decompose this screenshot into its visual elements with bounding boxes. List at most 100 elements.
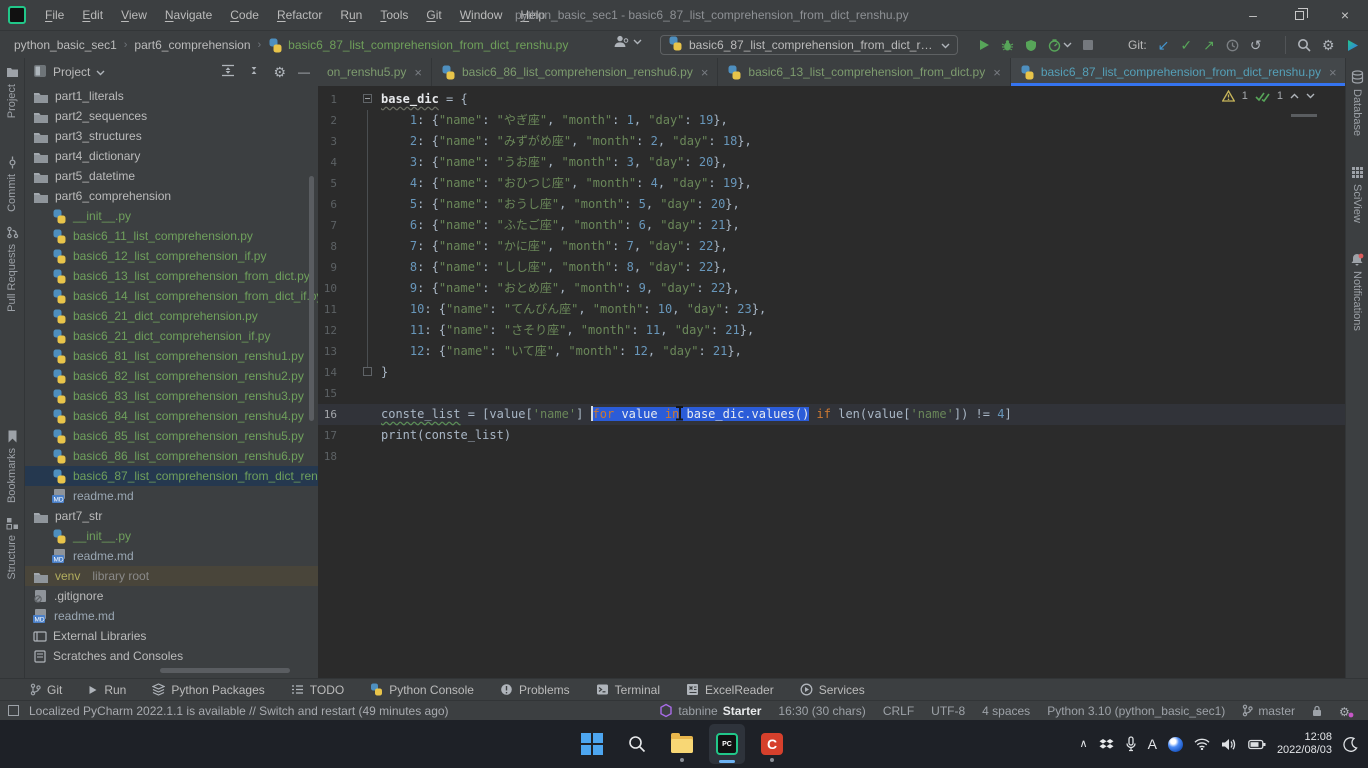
toolwindow-run[interactable]: Run: [88, 683, 126, 697]
project-tree-horizontal-scrollbar[interactable]: [160, 668, 290, 673]
project-panel-title[interactable]: Project: [53, 65, 90, 79]
menu-git[interactable]: Git: [417, 0, 450, 30]
taskbar-start-button[interactable]: [574, 724, 610, 764]
toolwindow-services[interactable]: Services: [800, 683, 865, 697]
breadcrumb-item[interactable]: python_basic_sec1: [14, 38, 117, 52]
tree-item[interactable]: part1_literals: [25, 86, 318, 106]
editor-tab[interactable]: basic6_86_list_comprehension_renshu6.py×: [432, 58, 718, 86]
fold-marker-icon[interactable]: [363, 94, 372, 103]
tree-item[interactable]: basic6_84_list_comprehension_renshu4.py: [25, 406, 318, 426]
readonly-lock[interactable]: [1312, 705, 1322, 717]
tabnine-widget[interactable]: tabnineStarter: [659, 703, 761, 718]
close-icon[interactable]: ×: [701, 65, 709, 80]
stop-button[interactable]: [1083, 40, 1093, 50]
tree-item[interactable]: __init__.py: [25, 206, 318, 226]
toolwindow-python-packages[interactable]: Python Packages: [152, 683, 264, 697]
tree-item[interactable]: MDreadme.md: [25, 606, 318, 626]
tree-item[interactable]: basic6_11_list_comprehension.py: [25, 226, 318, 246]
fold-marker-icon[interactable]: [363, 367, 372, 376]
taskbar-search-button[interactable]: [619, 724, 655, 764]
menu-run[interactable]: Run: [331, 0, 371, 30]
tree-item[interactable]: basic6_81_list_comprehension_renshu1.py: [25, 346, 318, 366]
tree-item[interactable]: MDreadme.md: [25, 486, 318, 506]
tree-item[interactable]: Scratches and Consoles: [25, 646, 318, 666]
editor-tab[interactable]: basic6_87_list_comprehension_from_dict_r…: [1011, 58, 1345, 86]
tree-item[interactable]: part2_sequences: [25, 106, 318, 126]
night-mode-icon[interactable]: [1343, 737, 1358, 752]
volume-icon[interactable]: [1221, 738, 1237, 751]
tool-button-sciview[interactable]: SciView: [1351, 166, 1364, 223]
breadcrumb-item[interactable]: part6_comprehension: [134, 38, 250, 52]
tree-item[interactable]: part5_datetime: [25, 166, 318, 186]
tree-item[interactable]: basic6_85_list_comprehension_renshu5.py: [25, 426, 318, 446]
restore-button[interactable]: [1276, 0, 1322, 30]
tool-button-pull-requests[interactable]: Pull Requests: [6, 226, 19, 312]
prev-problem-icon[interactable]: [1290, 93, 1299, 99]
dropbox-icon[interactable]: [1099, 738, 1114, 751]
toolwindow-excelreader[interactable]: ExcelReader: [686, 683, 774, 697]
line-ending[interactable]: CRLF: [883, 704, 914, 718]
editor-tab[interactable]: on_renshu5.py×: [318, 58, 432, 86]
tool-button-project[interactable]: Project: [6, 66, 19, 118]
git-branch-widget[interactable]: master: [1242, 704, 1295, 718]
ide-plugin-icon[interactable]: [1346, 39, 1359, 52]
gear-icon[interactable]: ⚙: [273, 65, 286, 79]
close-icon[interactable]: ×: [414, 65, 422, 80]
tree-item[interactable]: __init__.py: [25, 526, 318, 546]
collaborators-icon[interactable]: [612, 35, 630, 48]
minimize-button[interactable]: –: [1230, 0, 1276, 30]
project-tree-vertical-scrollbar[interactable]: [309, 176, 314, 421]
tree-item[interactable]: External Libraries: [25, 626, 318, 646]
browser-sphere-icon[interactable]: [1168, 737, 1183, 752]
tree-item[interactable]: part7_str: [25, 506, 318, 526]
toolwindow-problems[interactable]: Problems: [500, 683, 570, 697]
search-everywhere-button[interactable]: [1297, 38, 1311, 52]
toolwindow-todo[interactable]: TODO: [291, 683, 344, 697]
menu-tools[interactable]: Tools: [371, 0, 417, 30]
tool-button-structure[interactable]: Structure: [6, 517, 19, 580]
tree-item[interactable]: venvlibrary root: [25, 566, 318, 586]
tree-item[interactable]: basic6_87_list_comprehension_from_dict_r…: [25, 466, 318, 486]
encoding[interactable]: UTF-8: [931, 704, 965, 718]
breadcrumb-file[interactable]: basic6_87_list_comprehension_from_dict_r…: [268, 38, 568, 53]
tree-item[interactable]: part6_comprehension: [25, 186, 318, 206]
taskbar-pycharm-button[interactable]: PC: [709, 724, 745, 764]
indent-style[interactable]: 4 spaces: [982, 704, 1030, 718]
tool-button-commit[interactable]: Commit: [6, 156, 19, 212]
next-problem-icon[interactable]: [1306, 93, 1315, 99]
run-configuration-select[interactable]: basic6_87_list_comprehension_from_dict_r…: [660, 35, 958, 55]
tree-item[interactable]: MDreadme.md: [25, 546, 318, 566]
git-history-button[interactable]: [1226, 39, 1239, 52]
menu-code[interactable]: Code: [221, 0, 268, 30]
menu-file[interactable]: File: [36, 0, 73, 30]
git-rollback-button[interactable]: ↺: [1250, 38, 1262, 52]
editor-tab[interactable]: basic6_13_list_comprehension_from_dict.p…: [718, 58, 1010, 86]
collaborators-widget[interactable]: [612, 35, 642, 48]
inspections-widget[interactable]: 11: [1222, 90, 1315, 102]
menu-edit[interactable]: Edit: [73, 0, 112, 30]
tree-item[interactable]: basic6_14_list_comprehension_from_dict_i…: [25, 286, 318, 306]
tree-item[interactable]: basic6_83_list_comprehension_renshu3.py: [25, 386, 318, 406]
toolwindow-python-console[interactable]: Python Console: [370, 683, 474, 697]
close-icon[interactable]: ×: [993, 65, 1001, 80]
tree-item[interactable]: basic6_82_list_comprehension_renshu2.py: [25, 366, 318, 386]
ime-indicator[interactable]: A: [1148, 736, 1157, 752]
profiler-button[interactable]: [1048, 39, 1072, 52]
taskbar-explorer-button[interactable]: [664, 724, 700, 764]
toolwindow-git[interactable]: Git: [30, 683, 62, 697]
hide-panel-icon[interactable]: —: [298, 65, 310, 79]
close-button[interactable]: ×: [1322, 0, 1368, 30]
chevron-down-icon[interactable]: [96, 65, 105, 79]
taskbar-clock[interactable]: 12:082022/08/03: [1277, 731, 1332, 757]
tree-item[interactable]: .gitignore: [25, 586, 318, 606]
settings-button[interactable]: ⚙: [1322, 38, 1335, 52]
tool-button-database[interactable]: Database: [1351, 70, 1364, 136]
notifications-gear[interactable]: ⚙: [1339, 704, 1354, 718]
git-update-button[interactable]: ↙: [1158, 38, 1170, 52]
caret-position[interactable]: 16:30 (30 chars): [778, 704, 865, 718]
code-editor[interactable]: 1base_dic = {2 1: {"name": "やぎ座", "month…: [318, 86, 1345, 467]
editor-scrollbar-mark[interactable]: [1291, 114, 1317, 117]
toolwindow-terminal[interactable]: Terminal: [596, 683, 660, 697]
status-message[interactable]: Localized PyCharm 2022.1.1 is available …: [29, 704, 449, 718]
tree-item[interactable]: basic6_21_dict_comprehension.py: [25, 306, 318, 326]
